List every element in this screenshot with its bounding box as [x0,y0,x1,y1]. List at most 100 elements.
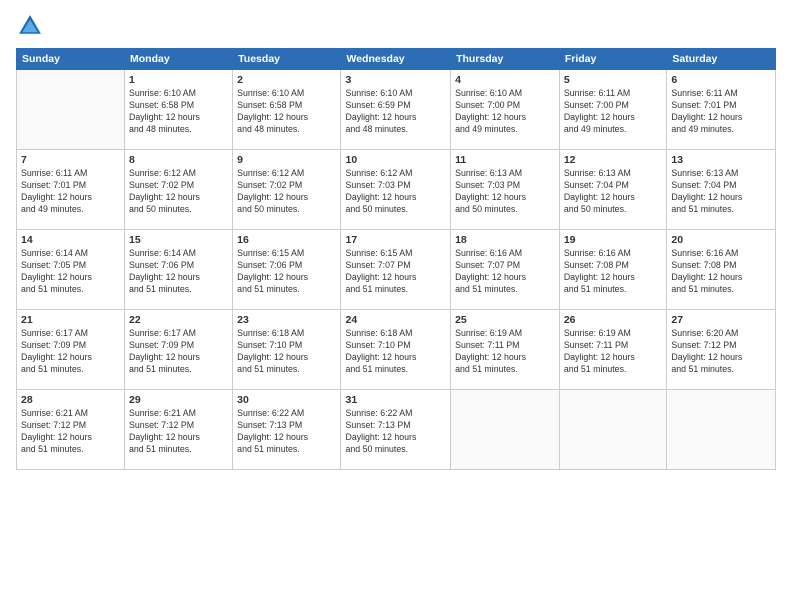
day-number: 2 [237,73,336,87]
day-number: 20 [671,233,771,247]
day-number: 26 [564,313,663,327]
calendar-cell: 31Sunrise: 6:22 AM Sunset: 7:13 PM Dayli… [341,390,451,470]
calendar-cell: 2Sunrise: 6:10 AM Sunset: 6:58 PM Daylig… [233,70,341,150]
calendar-cell: 12Sunrise: 6:13 AM Sunset: 7:04 PM Dayli… [559,150,667,230]
calendar-cell: 9Sunrise: 6:12 AM Sunset: 7:02 PM Daylig… [233,150,341,230]
weekday-header-thursday: Thursday [451,49,560,70]
day-info: Sunrise: 6:12 AM Sunset: 7:02 PM Dayligh… [129,168,228,216]
calendar-cell: 6Sunrise: 6:11 AM Sunset: 7:01 PM Daylig… [667,70,776,150]
calendar-cell: 18Sunrise: 6:16 AM Sunset: 7:07 PM Dayli… [451,230,560,310]
day-number: 24 [345,313,446,327]
day-info: Sunrise: 6:11 AM Sunset: 7:01 PM Dayligh… [671,88,771,136]
day-number: 18 [455,233,555,247]
day-number: 19 [564,233,663,247]
calendar-week-row: 14Sunrise: 6:14 AM Sunset: 7:05 PM Dayli… [17,230,776,310]
weekday-header-monday: Monday [125,49,233,70]
day-number: 10 [345,153,446,167]
calendar-cell: 23Sunrise: 6:18 AM Sunset: 7:10 PM Dayli… [233,310,341,390]
calendar-cell [451,390,560,470]
day-info: Sunrise: 6:20 AM Sunset: 7:12 PM Dayligh… [671,328,771,376]
day-info: Sunrise: 6:19 AM Sunset: 7:11 PM Dayligh… [455,328,555,376]
logo [16,12,48,40]
calendar-cell: 13Sunrise: 6:13 AM Sunset: 7:04 PM Dayli… [667,150,776,230]
day-number: 14 [21,233,120,247]
day-number: 11 [455,153,555,167]
calendar-cell [667,390,776,470]
day-info: Sunrise: 6:18 AM Sunset: 7:10 PM Dayligh… [345,328,446,376]
day-number: 17 [345,233,446,247]
calendar-cell: 24Sunrise: 6:18 AM Sunset: 7:10 PM Dayli… [341,310,451,390]
calendar-cell: 5Sunrise: 6:11 AM Sunset: 7:00 PM Daylig… [559,70,667,150]
day-info: Sunrise: 6:11 AM Sunset: 7:00 PM Dayligh… [564,88,663,136]
day-info: Sunrise: 6:14 AM Sunset: 7:05 PM Dayligh… [21,248,120,296]
calendar-cell: 16Sunrise: 6:15 AM Sunset: 7:06 PM Dayli… [233,230,341,310]
day-info: Sunrise: 6:17 AM Sunset: 7:09 PM Dayligh… [21,328,120,376]
day-number: 5 [564,73,663,87]
day-info: Sunrise: 6:17 AM Sunset: 7:09 PM Dayligh… [129,328,228,376]
day-info: Sunrise: 6:13 AM Sunset: 7:03 PM Dayligh… [455,168,555,216]
day-info: Sunrise: 6:10 AM Sunset: 6:58 PM Dayligh… [237,88,336,136]
day-info: Sunrise: 6:13 AM Sunset: 7:04 PM Dayligh… [671,168,771,216]
calendar-week-row: 7Sunrise: 6:11 AM Sunset: 7:01 PM Daylig… [17,150,776,230]
calendar-cell: 26Sunrise: 6:19 AM Sunset: 7:11 PM Dayli… [559,310,667,390]
day-number: 3 [345,73,446,87]
calendar-cell: 28Sunrise: 6:21 AM Sunset: 7:12 PM Dayli… [17,390,125,470]
day-number: 7 [21,153,120,167]
calendar-cell: 25Sunrise: 6:19 AM Sunset: 7:11 PM Dayli… [451,310,560,390]
day-info: Sunrise: 6:11 AM Sunset: 7:01 PM Dayligh… [21,168,120,216]
calendar-cell: 3Sunrise: 6:10 AM Sunset: 6:59 PM Daylig… [341,70,451,150]
day-number: 27 [671,313,771,327]
calendar-cell: 27Sunrise: 6:20 AM Sunset: 7:12 PM Dayli… [667,310,776,390]
calendar-cell: 21Sunrise: 6:17 AM Sunset: 7:09 PM Dayli… [17,310,125,390]
day-number: 25 [455,313,555,327]
day-info: Sunrise: 6:18 AM Sunset: 7:10 PM Dayligh… [237,328,336,376]
day-info: Sunrise: 6:22 AM Sunset: 7:13 PM Dayligh… [345,408,446,456]
header [16,12,776,40]
day-info: Sunrise: 6:10 AM Sunset: 6:59 PM Dayligh… [345,88,446,136]
day-info: Sunrise: 6:16 AM Sunset: 7:08 PM Dayligh… [671,248,771,296]
calendar-cell: 4Sunrise: 6:10 AM Sunset: 7:00 PM Daylig… [451,70,560,150]
day-info: Sunrise: 6:21 AM Sunset: 7:12 PM Dayligh… [129,408,228,456]
day-number: 23 [237,313,336,327]
calendar-cell: 20Sunrise: 6:16 AM Sunset: 7:08 PM Dayli… [667,230,776,310]
calendar-cell: 1Sunrise: 6:10 AM Sunset: 6:58 PM Daylig… [125,70,233,150]
calendar-cell: 7Sunrise: 6:11 AM Sunset: 7:01 PM Daylig… [17,150,125,230]
day-info: Sunrise: 6:13 AM Sunset: 7:04 PM Dayligh… [564,168,663,216]
calendar-week-row: 28Sunrise: 6:21 AM Sunset: 7:12 PM Dayli… [17,390,776,470]
day-info: Sunrise: 6:12 AM Sunset: 7:03 PM Dayligh… [345,168,446,216]
day-number: 15 [129,233,228,247]
day-info: Sunrise: 6:12 AM Sunset: 7:02 PM Dayligh… [237,168,336,216]
day-number: 8 [129,153,228,167]
day-number: 29 [129,393,228,407]
day-number: 12 [564,153,663,167]
day-info: Sunrise: 6:16 AM Sunset: 7:08 PM Dayligh… [564,248,663,296]
calendar-cell: 30Sunrise: 6:22 AM Sunset: 7:13 PM Dayli… [233,390,341,470]
day-info: Sunrise: 6:21 AM Sunset: 7:12 PM Dayligh… [21,408,120,456]
day-number: 22 [129,313,228,327]
weekday-header-row: SundayMondayTuesdayWednesdayThursdayFrid… [17,49,776,70]
logo-icon [16,12,44,40]
calendar-week-row: 1Sunrise: 6:10 AM Sunset: 6:58 PM Daylig… [17,70,776,150]
page: SundayMondayTuesdayWednesdayThursdayFrid… [0,0,792,612]
day-number: 30 [237,393,336,407]
calendar-cell: 14Sunrise: 6:14 AM Sunset: 7:05 PM Dayli… [17,230,125,310]
day-number: 28 [21,393,120,407]
day-info: Sunrise: 6:15 AM Sunset: 7:06 PM Dayligh… [237,248,336,296]
day-info: Sunrise: 6:14 AM Sunset: 7:06 PM Dayligh… [129,248,228,296]
day-info: Sunrise: 6:22 AM Sunset: 7:13 PM Dayligh… [237,408,336,456]
calendar-cell [17,70,125,150]
calendar-cell: 8Sunrise: 6:12 AM Sunset: 7:02 PM Daylig… [125,150,233,230]
day-number: 4 [455,73,555,87]
day-number: 21 [21,313,120,327]
weekday-header-sunday: Sunday [17,49,125,70]
day-number: 6 [671,73,771,87]
calendar-cell [559,390,667,470]
calendar-cell: 15Sunrise: 6:14 AM Sunset: 7:06 PM Dayli… [125,230,233,310]
calendar-cell: 22Sunrise: 6:17 AM Sunset: 7:09 PM Dayli… [125,310,233,390]
day-info: Sunrise: 6:19 AM Sunset: 7:11 PM Dayligh… [564,328,663,376]
day-number: 9 [237,153,336,167]
calendar-cell: 19Sunrise: 6:16 AM Sunset: 7:08 PM Dayli… [559,230,667,310]
calendar-table: SundayMondayTuesdayWednesdayThursdayFrid… [16,48,776,470]
day-number: 31 [345,393,446,407]
day-info: Sunrise: 6:10 AM Sunset: 6:58 PM Dayligh… [129,88,228,136]
